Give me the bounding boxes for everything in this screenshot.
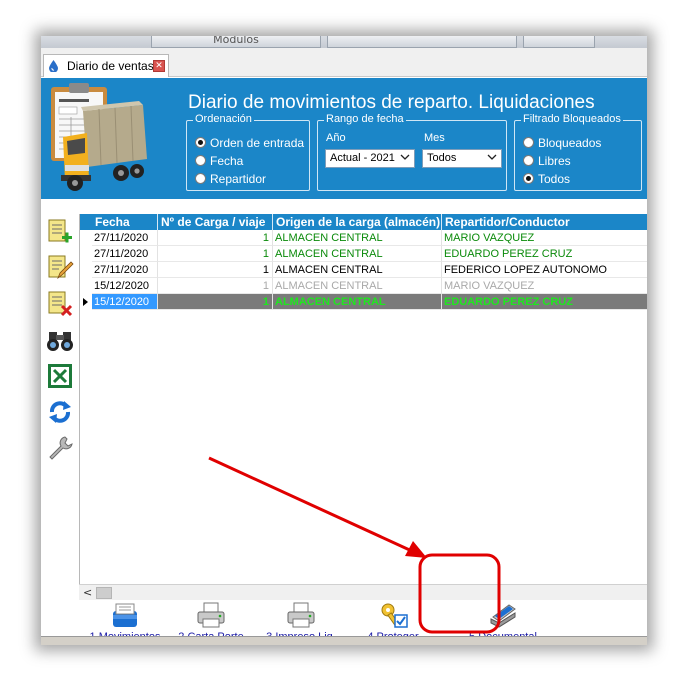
- cell-fecha[interactable]: 15/12/2020: [92, 294, 158, 310]
- table-row[interactable]: 15/12/2020 1 ALMACEN CENTRAL EDUARDO PEREZ …: [80, 294, 647, 310]
- scanner-icon: [490, 604, 516, 628]
- top-strip-button[interactable]: [523, 36, 595, 48]
- month-select[interactable]: Todos: [422, 149, 502, 168]
- column-header-fecha[interactable]: Fecha: [92, 214, 158, 230]
- cell-origen[interactable]: ALMACEN CENTRAL: [273, 262, 442, 278]
- application-window: Módulos Diario de ventas ✕ Diario de mov…: [41, 36, 647, 645]
- status-bar: [41, 636, 647, 645]
- month-label: Mes: [424, 132, 445, 144]
- column-header-repartidor[interactable]: Repartidor/Conductor: [442, 214, 647, 230]
- cell-fecha[interactable]: 27/11/2020: [92, 262, 158, 278]
- movimientos-grid[interactable]: Fecha Nº de Carga / viaje Origen de la c…: [79, 214, 647, 584]
- table-row[interactable]: 27/11/2020 1 ALMACEN CENTRAL EDUARDO PEREZ …: [80, 246, 647, 262]
- printer-icon: [197, 602, 225, 628]
- document-tab-bar: Diario de ventas ✕: [41, 48, 647, 77]
- filtrado-legend: Filtrado Bloqueados: [521, 113, 623, 125]
- close-tab-icon[interactable]: ✕: [153, 60, 165, 72]
- delivery-truck-logo-icon: [51, 83, 147, 191]
- cell-fecha[interactable]: 27/11/2020: [92, 230, 158, 246]
- tab-label: Diario de ventas: [67, 59, 154, 73]
- chevron-down-icon: [487, 154, 497, 160]
- year-select[interactable]: Actual - 2021: [325, 149, 415, 168]
- cell-repartidor[interactable]: MARIO VAZQUEZ: [442, 278, 647, 294]
- cell-carga[interactable]: 1: [158, 278, 273, 294]
- app-drop-icon: [49, 60, 58, 72]
- wrench-icon[interactable]: [46, 434, 74, 462]
- binoculars-icon[interactable]: [46, 326, 74, 354]
- cell-repartidor[interactable]: MARIO VAZQUEZ: [442, 230, 647, 246]
- chevron-down-icon: [400, 154, 410, 160]
- column-header-carga[interactable]: Nº de Carga / viaje: [158, 214, 273, 230]
- add-document-icon[interactable]: [46, 218, 74, 246]
- scroll-left-icon[interactable]: <: [83, 586, 95, 599]
- key-icon: [381, 603, 408, 628]
- cell-origen[interactable]: ALMACEN CENTRAL: [273, 278, 442, 294]
- year-label: Año: [326, 132, 346, 144]
- grid-header: Fecha Nº de Carga / viaje Origen de la c…: [80, 214, 647, 230]
- tab-diario-de-ventas[interactable]: Diario de ventas ✕: [43, 54, 169, 77]
- left-toolbar: [41, 214, 79, 644]
- cell-carga[interactable]: 1: [158, 262, 273, 278]
- ordenacion-legend: Ordenación: [193, 113, 254, 125]
- radio-dot: [523, 173, 534, 184]
- cell-repartidor[interactable]: EDUARDO PEREZ CRUZ: [442, 294, 647, 310]
- row-selector[interactable]: [80, 230, 92, 246]
- cell-carga[interactable]: 1: [158, 230, 273, 246]
- row-selector[interactable]: [80, 278, 92, 294]
- table-row[interactable]: 27/11/2020 1 ALMACEN CENTRAL MARIO VAZQUEZ: [80, 230, 647, 246]
- year-select-value: Actual - 2021: [330, 152, 395, 164]
- table-row[interactable]: 15/12/2020 1 ALMACEN CENTRAL MARIO VAZQUEZ: [80, 278, 647, 294]
- rango-fecha-group: Rango de fecha Año Mes Actual - 2021 Tod…: [317, 113, 507, 191]
- cell-carga[interactable]: 1: [158, 294, 273, 310]
- radio-dot: [195, 173, 206, 184]
- radio-dot: [523, 137, 534, 148]
- scrollbar-thumb[interactable]: [96, 587, 112, 599]
- cell-repartidor[interactable]: FEDERICO LOPEZ AUTONOMO: [442, 262, 647, 278]
- radio-dot: [195, 137, 206, 148]
- modulos-label: Módulos: [213, 36, 259, 46]
- cell-repartidor[interactable]: EDUARDO PEREZ CRUZ: [442, 246, 647, 262]
- table-row[interactable]: 27/11/2020 1 ALMACEN CENTRAL FEDERICO LOPEZ…: [80, 262, 647, 278]
- horizontal-scrollbar[interactable]: <: [79, 584, 647, 600]
- ordenacion-group: Ordenación Orden de entrada Fecha Repart…: [186, 113, 310, 191]
- screenshot-canvas: Módulos Diario de ventas ✕ Diario de mov…: [0, 0, 688, 686]
- refresh-icon[interactable]: [46, 398, 74, 426]
- cell-fecha[interactable]: 27/11/2020: [92, 246, 158, 262]
- cell-origen[interactable]: ALMACEN CENTRAL: [273, 230, 442, 246]
- top-strip-button[interactable]: [327, 36, 517, 48]
- filtrado-bloqueados-group: Filtrado Bloqueados Bloqueados Libres To…: [514, 113, 642, 191]
- radio-dot: [523, 155, 534, 166]
- cell-fecha[interactable]: 15/12/2020: [92, 278, 158, 294]
- cell-origen[interactable]: ALMACEN CENTRAL: [273, 294, 442, 310]
- month-select-value: Todos: [427, 152, 457, 164]
- box-icon: [113, 603, 137, 627]
- radio-dot: [195, 155, 206, 166]
- excel-icon[interactable]: [46, 362, 74, 390]
- cell-origen[interactable]: ALMACEN CENTRAL: [273, 246, 442, 262]
- edit-document-icon[interactable]: [46, 254, 74, 282]
- top-module-strip: Módulos: [41, 36, 647, 48]
- row-selector[interactable]: [80, 262, 92, 278]
- column-header-origen[interactable]: Origen de la carga (almacén): [273, 214, 442, 230]
- page-title: Diario de movimientos de reparto. Liquid…: [188, 92, 595, 113]
- delete-document-icon[interactable]: [46, 290, 74, 318]
- header-banner: Diario de movimientos de reparto. Liquid…: [41, 78, 647, 199]
- rango-fecha-legend: Rango de fecha: [324, 113, 406, 125]
- row-selector-arrow-icon[interactable]: [80, 294, 92, 310]
- printer-icon: [287, 602, 315, 628]
- row-selector[interactable]: [80, 246, 92, 262]
- cell-carga[interactable]: 1: [158, 246, 273, 262]
